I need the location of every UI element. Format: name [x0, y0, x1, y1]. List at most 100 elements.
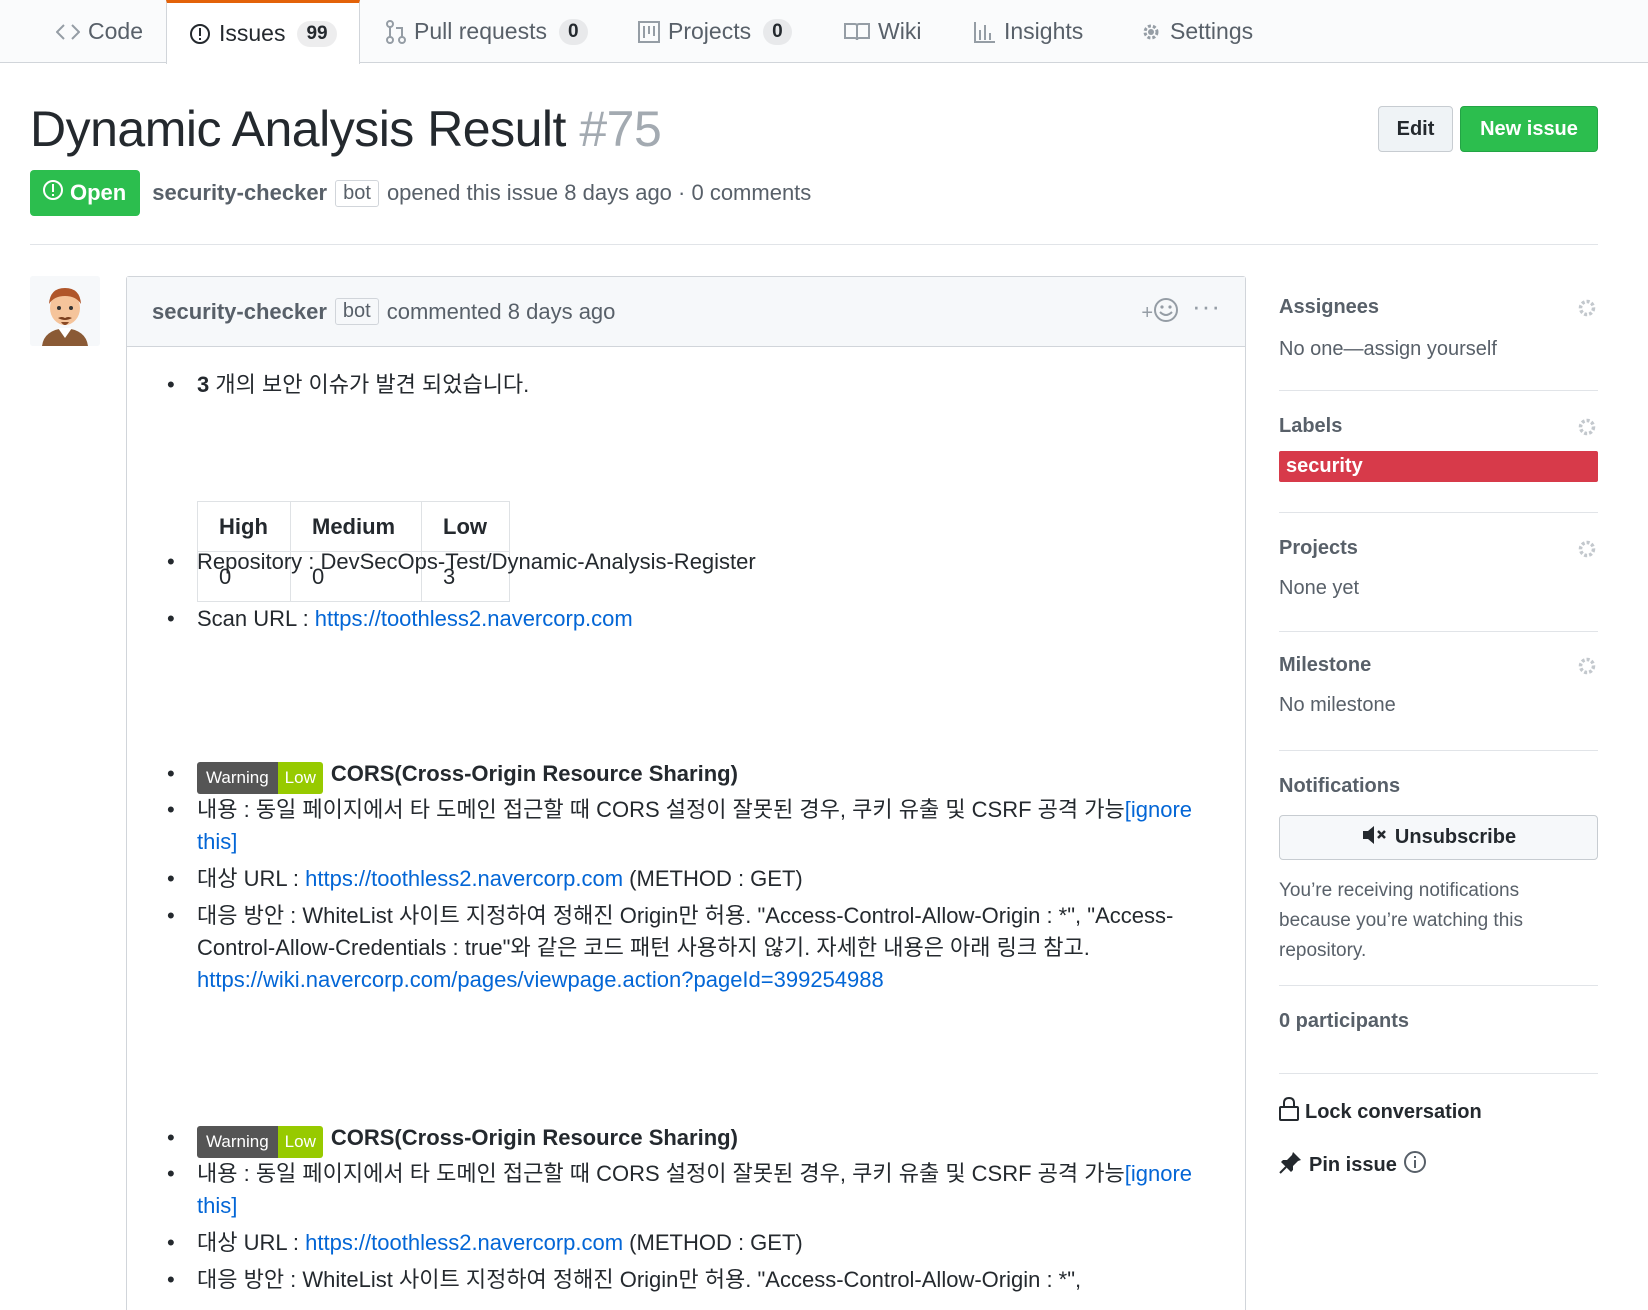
table-header-row: High Medium Low	[197, 501, 510, 552]
labels-gear-icon[interactable]	[1576, 416, 1598, 443]
milestone-title: Milestone	[1279, 654, 1372, 676]
finding-remedy-item: 대응 방안 : WhiteList 사이트 지정하여 정해진 Origin만 허…	[167, 1264, 1215, 1296]
finding-target-item: 대상 URL : https://toothless2.navercorp.co…	[167, 863, 1215, 895]
more-options-icon[interactable]: ···	[1192, 291, 1221, 322]
finding-title: CORS(Cross-Origin Resource Sharing)	[330, 761, 738, 786]
method-text: (METHOD : GET)	[623, 866, 803, 891]
pull-requests-count-badge: 0	[558, 18, 588, 45]
gear-icon	[1140, 21, 1162, 43]
mute-icon	[1361, 824, 1387, 852]
issue-opened-text: opened this issue 8 days ago · 0 comment…	[386, 180, 812, 205]
finding-content: 내용 : 동일 페이지에서 타 도메인 접근할 때 CORS 설정이 잘못된 경…	[197, 797, 1125, 822]
tab-code[interactable]: Code	[34, 0, 165, 63]
lock-conversation-label: Lock conversation	[1305, 1100, 1482, 1123]
tab-projects-label: Projects	[668, 18, 752, 44]
badge-level: Low	[277, 762, 323, 794]
issue-opened-icon	[189, 23, 211, 45]
milestone-gear-icon[interactable]	[1576, 655, 1598, 682]
scan-url-link[interactable]: https://toothless2.navercorp.com	[315, 606, 633, 631]
issue-meta: Open security-checker bot opened this is…	[30, 170, 811, 216]
badge-type: Warning	[197, 762, 278, 794]
finding-content-item: 내용 : 동일 페이지에서 타 도메인 접근할 때 CORS 설정이 잘못된 경…	[167, 794, 1215, 858]
remedy-text: 대응 방안 : WhiteList 사이트 지정하여 정해진 Origin만 허…	[197, 903, 1174, 960]
target-url-link[interactable]: https://toothless2.navercorp.com	[305, 1230, 623, 1255]
add-reaction-button[interactable]: +	[1141, 297, 1179, 329]
comment-author-link[interactable]: security-checker	[152, 299, 327, 325]
table-header-medium: Medium	[290, 501, 422, 552]
table-header-high: High	[197, 501, 291, 552]
header-divider	[30, 244, 1598, 245]
lock-conversation-button[interactable]: Lock conversation	[1279, 1096, 1482, 1127]
severity-badge: WarningLow	[197, 1126, 323, 1158]
repository-item: Repository : DevSecOps-Test/Dynamic-Anal…	[167, 546, 1215, 578]
comment-bot-label: bot	[334, 298, 379, 325]
finding-title-item: WarningLow CORS(Cross-Origin Resource Sha…	[167, 1122, 1215, 1158]
summary-item: 3 개의 보안 이슈가 발견 되었습니다.	[167, 369, 1215, 401]
finding-target-item: 대상 URL : https://toothless2.navercorp.co…	[167, 1227, 1215, 1259]
labels-section: Labels security	[1279, 391, 1598, 513]
tab-settings-label: Settings	[1170, 18, 1254, 44]
projects-title: Projects	[1279, 537, 1358, 559]
method-text: (METHOD : GET)	[623, 1230, 803, 1255]
assignees-title: Assignees	[1279, 296, 1380, 318]
state-label: Open	[70, 180, 127, 205]
smiley-icon	[1153, 297, 1179, 329]
tab-pull-requests[interactable]: Pull requests 0	[364, 0, 610, 63]
git-pull-request-icon	[386, 19, 406, 44]
bot-label: bot	[335, 179, 379, 207]
tab-wiki[interactable]: Wiki	[822, 0, 943, 63]
projects-gear-icon[interactable]	[1576, 538, 1598, 565]
issue-title-text: Dynamic Analysis Result	[30, 101, 566, 157]
unsubscribe-button[interactable]: Unsubscribe	[1279, 815, 1598, 860]
assignees-gear-icon[interactable]	[1576, 297, 1598, 324]
assignees-section: Assignees No one—assign yourself	[1279, 276, 1598, 391]
tab-projects[interactable]: Projects 0	[616, 0, 814, 63]
issue-author-link[interactable]: security-checker	[152, 180, 327, 206]
issues-count-badge: 99	[297, 20, 337, 47]
remedy-wiki-link[interactable]: https://wiki.navercorp.com/pages/viewpag…	[197, 967, 884, 992]
project-icon	[638, 20, 660, 43]
comment-time: commented 8 days ago	[386, 298, 616, 324]
tab-insights-label: Insights	[1004, 18, 1084, 44]
pin-icon	[1279, 1150, 1303, 1180]
repo-tab-nav: Code Issues 99 Pull requests 0 Projects …	[0, 0, 1648, 64]
target-url-link[interactable]: https://toothless2.navercorp.com	[305, 866, 623, 891]
finding-remedy-item: 대응 방안 : WhiteList 사이트 지정하여 정해진 Origin만 허…	[167, 900, 1215, 996]
issue-comment: security-checker bot commented 8 days ag…	[126, 276, 1246, 1310]
target-label: 대상 URL :	[197, 866, 306, 891]
notifications-section: Notifications Unsubscribe You’re receivi…	[1279, 751, 1598, 986]
pin-issue-button[interactable]: Pin issue	[1279, 1150, 1427, 1180]
graph-icon	[974, 21, 996, 43]
tab-settings[interactable]: Settings	[1118, 0, 1275, 63]
participants-section: 0 participants	[1279, 986, 1598, 1074]
pin-issue-label: Pin issue	[1309, 1153, 1397, 1176]
assign-yourself-link[interactable]: No one—assign yourself	[1279, 338, 1497, 361]
table-header-low: Low	[421, 501, 510, 552]
target-label: 대상 URL :	[197, 1230, 306, 1255]
edit-button[interactable]: Edit	[1378, 106, 1453, 152]
new-issue-button[interactable]: New issue	[1460, 106, 1598, 152]
tab-issues[interactable]: Issues 99	[166, 0, 360, 64]
tab-insights[interactable]: Insights	[952, 0, 1105, 63]
issue-title: Dynamic Analysis Result #75	[30, 100, 662, 158]
tab-pull-requests-label: Pull requests	[414, 18, 547, 44]
severity-badge: WarningLow	[197, 762, 323, 794]
projects-value: None yet	[1279, 577, 1360, 599]
repository-name: DevSecOps-Test/Dynamic-Analysis-Register	[320, 549, 756, 574]
label-security[interactable]: security	[1279, 451, 1598, 482]
scan-url-item: Scan URL : https://toothless2.navercorp.…	[167, 603, 1215, 635]
badge-type: Warning	[197, 1126, 278, 1158]
milestone-section: Milestone No milestone	[1279, 632, 1598, 751]
lock-icon	[1279, 1096, 1299, 1127]
finding-title: CORS(Cross-Origin Resource Sharing)	[330, 1125, 738, 1150]
finding-content-item: 내용 : 동일 페이지에서 타 도메인 접근할 때 CORS 설정이 잘못된 경…	[167, 1158, 1215, 1222]
comment-header: security-checker bot commented 8 days ag…	[127, 277, 1245, 347]
code-icon	[56, 23, 80, 41]
avatar[interactable]	[30, 276, 100, 346]
labels-title: Labels	[1279, 415, 1343, 437]
info-icon[interactable]	[1403, 1150, 1427, 1180]
remedy-text: 대응 방안 : WhiteList 사이트 지정하여 정해진 Origin만 허…	[197, 1267, 1082, 1292]
projects-section: Projects None yet	[1279, 513, 1598, 632]
book-icon	[844, 22, 870, 42]
finding-content: 내용 : 동일 페이지에서 타 도메인 접근할 때 CORS 설정이 잘못된 경…	[197, 1161, 1125, 1186]
